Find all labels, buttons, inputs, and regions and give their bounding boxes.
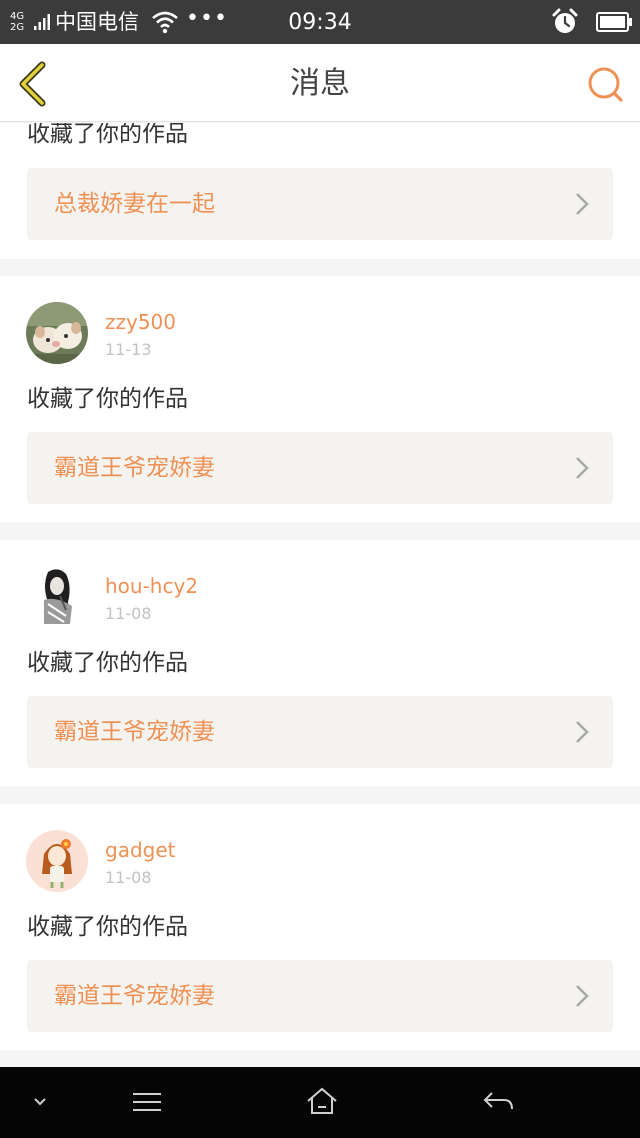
message-card: hou-hcy2 11-08 收藏了你的作品 霸道王爷宠娇妻 <box>0 540 640 786</box>
avatar[interactable] <box>26 566 88 628</box>
back-arrow-icon[interactable] <box>480 1067 518 1138</box>
avatar[interactable] <box>26 302 88 364</box>
battery-icon <box>596 12 632 32</box>
message-date: 11-08 <box>105 604 152 623</box>
message-user[interactable]: gadget 11-08 <box>0 804 640 904</box>
work-title: 总裁娇妻在一起 <box>54 191 215 217</box>
chevron-right-icon <box>576 457 589 479</box>
message-card: zzy500 11-13 收藏了你的作品 霸道王爷宠娇妻 <box>0 276 640 522</box>
status-bar: 4G 2G 中国电信 ••• 09:34 <box>0 0 640 44</box>
work-title: 霸道王爷宠娇妻 <box>54 983 215 1009</box>
menu-icon[interactable] <box>128 1067 166 1138</box>
chevron-right-icon <box>576 985 589 1007</box>
message-action-text: 收藏了你的作品 <box>27 914 188 940</box>
chevron-down-icon[interactable] <box>26 1067 54 1138</box>
work-title: 霸道王爷宠娇妻 <box>54 719 215 745</box>
message-date: 11-13 <box>105 340 152 359</box>
work-link[interactable]: 霸道王爷宠娇妻 <box>27 432 613 504</box>
chevron-right-icon <box>576 193 589 215</box>
app-screen: 4G 2G 中国电信 ••• 09:34 消息 收藏了你的作品 总裁娇妻在一起 … <box>0 0 640 1138</box>
chevron-right-icon <box>576 721 589 743</box>
message-action-text: 收藏了你的作品 <box>27 123 188 147</box>
message-action-text: 收藏了你的作品 <box>27 650 188 676</box>
message-list[interactable]: 收藏了你的作品 总裁娇妻在一起 zzy500 11-13 收藏了你的作品 霸道王… <box>0 123 640 1067</box>
username[interactable]: zzy500 <box>105 310 176 334</box>
message-action-text: 收藏了你的作品 <box>27 386 188 412</box>
page-title: 消息 <box>290 66 350 101</box>
work-link[interactable]: 霸道王爷宠娇妻 <box>27 960 613 1032</box>
message-user[interactable]: zzy500 11-13 <box>0 276 640 376</box>
clock-time: 09:34 <box>288 10 352 35</box>
avatar[interactable] <box>26 830 88 892</box>
work-title: 霸道王爷宠娇妻 <box>54 455 215 481</box>
username[interactable]: gadget <box>105 838 176 862</box>
home-icon[interactable] <box>303 1067 341 1138</box>
alarm-icon <box>552 8 578 33</box>
message-card: gadget 11-08 收藏了你的作品 霸道王爷宠娇妻 <box>0 804 640 1050</box>
message-date: 11-08 <box>105 868 152 887</box>
username[interactable]: hou-hcy2 <box>105 574 198 598</box>
message-user[interactable]: hou-hcy2 11-08 <box>0 540 640 640</box>
nav-bar: 消息 <box>0 44 640 122</box>
system-nav-bar <box>0 1067 640 1138</box>
message-card: 收藏了你的作品 总裁娇妻在一起 <box>0 123 640 259</box>
search-button[interactable] <box>584 64 626 106</box>
work-link[interactable]: 总裁娇妻在一起 <box>27 168 613 240</box>
work-link[interactable]: 霸道王爷宠娇妻 <box>27 696 613 768</box>
